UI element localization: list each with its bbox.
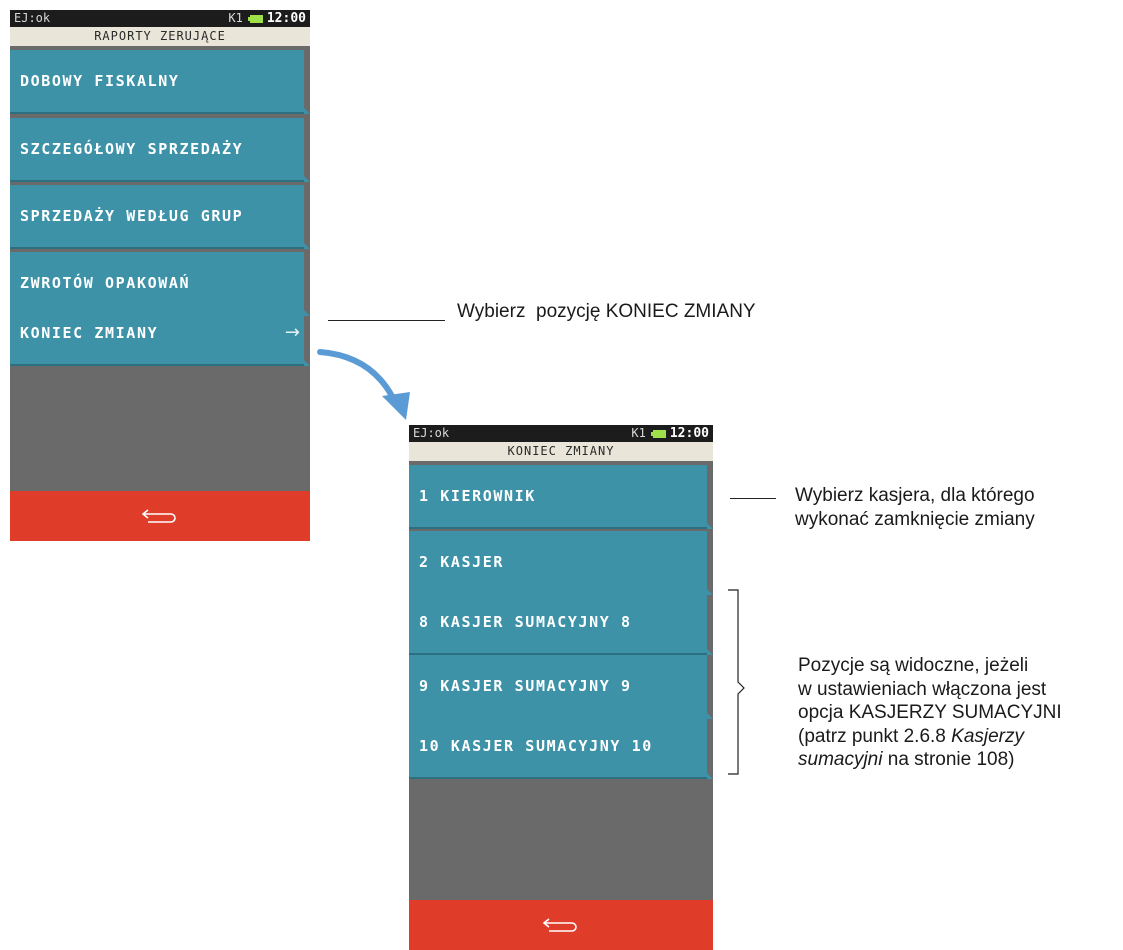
note-line4: (patrz punkt 2.6.8 Kasjerzy: [798, 725, 1025, 747]
menu-item-detailed-sales[interactable]: SZCZEGÓŁOWY SPRZEDAŻY: [10, 118, 310, 182]
callout-line-select-item: [328, 320, 445, 321]
menu-item-daily-fiscal[interactable]: DOBOWY FISKALNY: [10, 50, 310, 114]
menu-item-label: SPRZEDAŻY WEDŁUG GRUP: [20, 207, 244, 225]
screen-title: KONIEC ZMIANY: [409, 442, 713, 461]
cashier-item-manager[interactable]: 1 KIEROWNIK: [409, 465, 713, 529]
screen-zeroing-reports: EJ:ok K1 12:00 RAPORTY ZERUJĄCE DOBOWY F…: [10, 10, 310, 541]
status-bar: EJ:ok K1 12:00: [10, 10, 310, 27]
status-bar: EJ:ok K1 12:00: [409, 425, 713, 442]
menu-item-label: 10 KASJER SUMACYJNY 10: [419, 737, 653, 755]
menu-item-sales-by-group[interactable]: SPRZEDAŻY WEDŁUG GRUP: [10, 185, 310, 249]
back-button[interactable]: [409, 900, 713, 950]
screen-title: RAPORTY ZERUJĄCE: [10, 27, 310, 46]
note-line1: Pozycje są widoczne, jeżeli: [798, 655, 1029, 676]
k1-indicator: K1: [228, 11, 243, 25]
menu-item-label: DOBOWY FISKALNY: [20, 72, 180, 90]
ej-status: EJ:ok: [14, 11, 51, 25]
menu-item-label: SZCZEGÓŁOWY SPRZEDAŻY: [20, 140, 244, 158]
menu-item-end-of-shift[interactable]: KONIEC ZMIANY →: [10, 302, 310, 366]
back-button[interactable]: [10, 491, 310, 541]
cashier-item-summary-9[interactable]: 9 KASJER SUMACYJNY 9: [409, 655, 713, 719]
screen-end-of-shift: EJ:ok K1 12:00 KONIEC ZMIANY 1 KIEROWNIK…: [409, 425, 713, 950]
clock: 12:00: [266, 11, 306, 26]
battery-icon: [247, 14, 263, 23]
menu-item-label: 9 KASJER SUMACYJNY 9: [419, 677, 632, 695]
bracket: [728, 589, 745, 775]
menu-item-label: KONIEC ZMIANY: [20, 324, 159, 342]
menu-item-label: 1 KIEROWNIK: [419, 487, 536, 505]
clock: 12:00: [669, 426, 709, 441]
cashier-item-cashier[interactable]: 2 KASJER: [409, 531, 713, 595]
menu-item-label: 2 KASJER: [419, 553, 505, 571]
cashier-item-summary-10[interactable]: 10 KASJER SUMACYJNY 10: [409, 715, 713, 779]
battery-icon: [650, 429, 666, 438]
callout-select-cashier-line2: wykonać zamknięcie zmiany: [795, 508, 1035, 530]
back-arrow-icon: [142, 509, 176, 523]
ej-status: EJ:ok: [413, 426, 450, 440]
arrow-right-icon: →: [284, 322, 300, 343]
back-arrow-icon: [543, 918, 577, 932]
callout-select-item: Wybierz pozycję KONIEC ZMIANY: [457, 301, 756, 322]
note-line5: sumacyjni na stronie 108): [798, 749, 1015, 770]
menu-item-label: 8 KASJER SUMACYJNY 8: [419, 613, 632, 631]
callout-select-cashier-line1: Wybierz kasjera, dla którego: [795, 485, 1035, 506]
cashier-item-summary-8[interactable]: 8 KASJER SUMACYJNY 8: [409, 591, 713, 655]
curved-arrow-icon: [317, 349, 410, 420]
note-line2: w ustawieniach włączona jest: [798, 678, 1047, 700]
callout-visible-note: Pozycje są widoczne, jeżeli w ustawienia…: [798, 654, 1062, 772]
k1-indicator: K1: [631, 426, 646, 440]
callout-select-cashier: Wybierz kasjera, dla którego wykonać zam…: [795, 484, 1035, 531]
callout-line-select-cashier: [730, 498, 776, 499]
note-line3: opcja KASJERZY SUMACYJNI: [798, 702, 1062, 723]
